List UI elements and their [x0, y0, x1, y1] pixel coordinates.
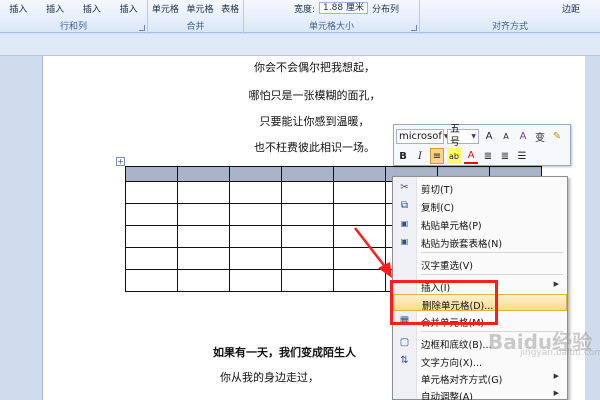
watermark-url: jingyan.baidu.com: [520, 348, 600, 358]
